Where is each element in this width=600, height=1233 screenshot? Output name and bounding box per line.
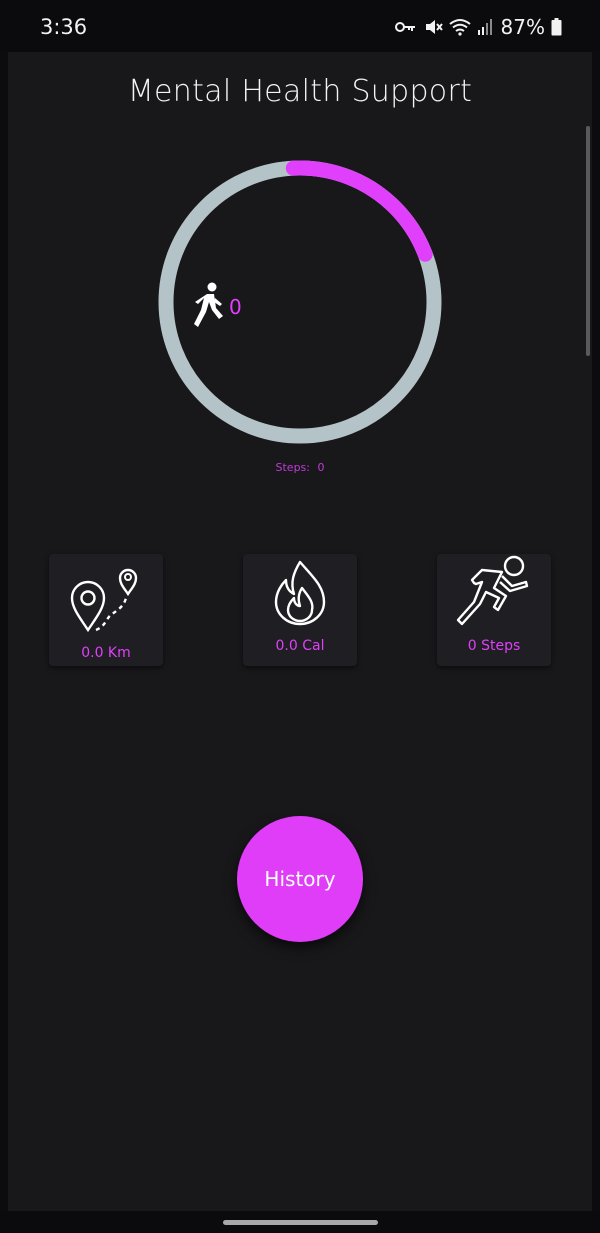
ring-step-count: 0 [229, 295, 242, 319]
ring-progress-arc [285, 160, 433, 262]
steps-label: 0 Steps [467, 638, 521, 654]
map-route-icon [70, 568, 138, 633]
battery-icon [551, 18, 562, 36]
steps-caption-value: 0 [317, 461, 325, 474]
battery-percent: 87% [500, 15, 545, 39]
status-icons: 87% [394, 15, 562, 39]
distance-label: 0.0 Km [81, 645, 131, 661]
mute-icon [425, 20, 443, 34]
flame-icon [274, 560, 326, 626]
history-button[interactable]: History [237, 816, 363, 942]
distance-card[interactable]: 0.0 Km [49, 554, 163, 666]
walking-person-icon [194, 282, 223, 327]
home-indicator[interactable] [223, 1220, 378, 1225]
scrollbar[interactable] [586, 126, 590, 356]
wifi-icon [448, 19, 471, 36]
system-nav-bar [0, 1211, 600, 1233]
running-person-icon [456, 555, 529, 626]
steps-caption: Steps: 0 [8, 461, 592, 474]
steps-caption-label: Steps: [275, 461, 310, 474]
steps-card[interactable]: 0 Steps [437, 554, 551, 666]
status-bar: 3:36 87% [0, 0, 600, 52]
page-title: Mental Health Support [127, 74, 473, 109]
status-time: 3:36 [40, 15, 88, 39]
key-icon [394, 22, 415, 32]
signal-icon [477, 19, 492, 35]
calories-label: 0.0 Cal [275, 638, 325, 654]
app-screen: Mental Health Support 0 Steps: 0 0.0 Km … [8, 52, 592, 1211]
calories-card[interactable]: 0.0 Cal [243, 554, 357, 666]
